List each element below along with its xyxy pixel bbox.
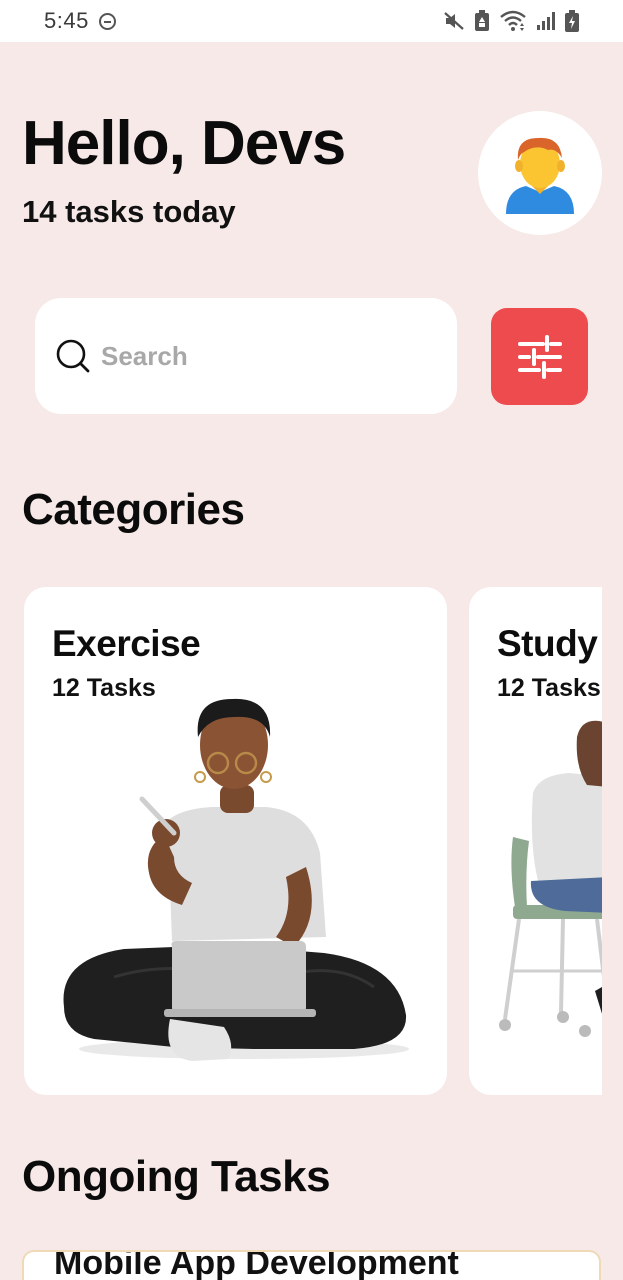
search-input[interactable] [99, 339, 403, 373]
user-avatar-icon [506, 137, 574, 214]
person-on-chair-illustration [499, 720, 602, 1037]
categories-carousel[interactable]: Exercise 12 Tasks Study 12 Tasks [0, 587, 602, 1096]
greeting-title: Hello, Devs [22, 109, 346, 178]
signal-icon [537, 12, 555, 30]
search-icon [56, 339, 90, 373]
search-box[interactable] [35, 298, 457, 414]
battery-charging-icon [565, 10, 579, 32]
status-icons [443, 10, 579, 32]
avatar[interactable] [478, 111, 602, 235]
do-not-disturb-icon [98, 12, 116, 30]
sliders-icon [517, 334, 562, 379]
ongoing-tasks-heading: Ongoing Tasks [22, 1152, 331, 1201]
category-card-exercise[interactable]: Exercise 12 Tasks [24, 587, 447, 1095]
status-time: 5:45 [44, 8, 89, 33]
status-bar: 5:45 [0, 0, 623, 42]
tasks-today-subtitle: 14 tasks today [22, 194, 236, 229]
battery-saver-icon [475, 10, 489, 31]
filter-button[interactable] [491, 308, 588, 405]
person-with-laptop-illustration [63, 698, 409, 1061]
wifi-icon [500, 10, 526, 31]
ongoing-task-title: Mobile App Development [54, 1250, 459, 1280]
mute-icon [444, 12, 464, 30]
category-card-study[interactable]: Study 12 Tasks [469, 587, 602, 1095]
ongoing-task-card[interactable]: Mobile App Development [22, 1250, 601, 1280]
categories-heading: Categories [22, 485, 245, 534]
